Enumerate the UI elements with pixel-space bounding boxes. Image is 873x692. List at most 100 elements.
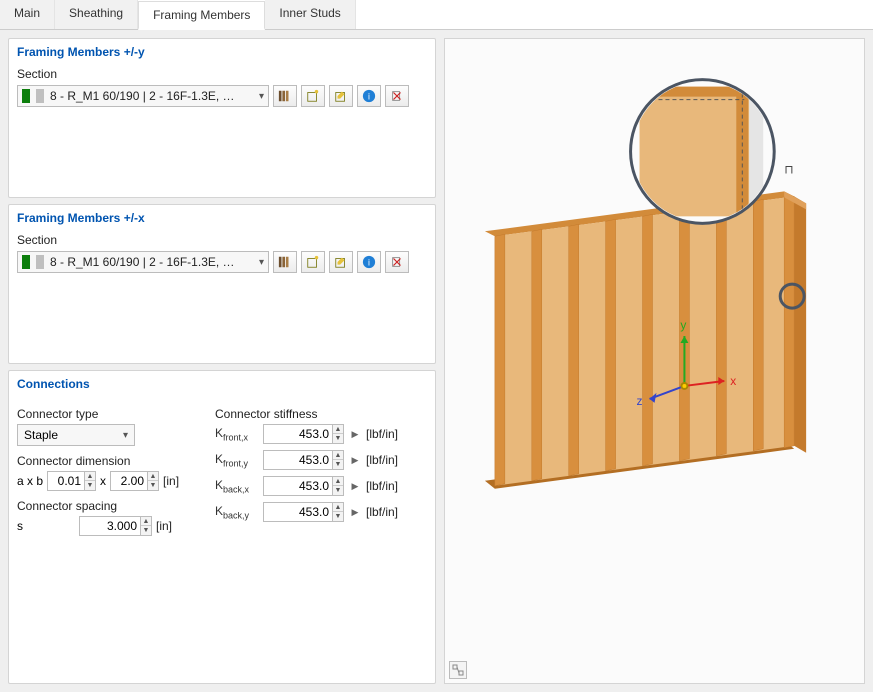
spin-down[interactable]: ▼: [148, 481, 158, 490]
dim-a-input[interactable]: ▲▼: [47, 471, 96, 491]
apply-icon[interactable]: ▶: [348, 479, 362, 493]
panel-framing-x-title: Framing Members +/-x: [17, 211, 427, 225]
library-button[interactable]: [273, 85, 297, 107]
stiffness-unit: [lbf/in]: [366, 427, 398, 441]
stiffness-field[interactable]: [264, 505, 332, 519]
connector-type-dropdown[interactable]: Staple ▾: [17, 424, 135, 446]
panel-framing-y-title: Framing Members +/-y: [17, 45, 427, 59]
stiffness-unit: [lbf/in]: [366, 479, 398, 493]
spin-down[interactable]: ▼: [333, 434, 343, 443]
app-window: Main Sheathing Framing Members Inner Stu…: [0, 0, 873, 690]
connections-left: Connector type Staple ▾ Connector dimens…: [17, 399, 207, 536]
library-button-x[interactable]: [273, 251, 297, 273]
label-connector-dimension: Connector dimension: [17, 454, 207, 468]
stiffness-input-2[interactable]: ▲▼: [263, 476, 344, 496]
apply-icon[interactable]: ▶: [348, 505, 362, 519]
spin-up[interactable]: ▲: [148, 472, 158, 481]
axis-z-label: z: [637, 394, 643, 408]
content-area: Framing Members +/-y Section 8 - R_M1 60…: [0, 30, 873, 692]
stiffness-input-3[interactable]: ▲▼: [263, 502, 344, 522]
stiffness-unit: [lbf/in]: [366, 505, 398, 519]
tab-bar: Main Sheathing Framing Members Inner Stu…: [0, 0, 873, 30]
dim-axb-label: a x b: [17, 474, 43, 488]
delete-button[interactable]: [385, 85, 409, 107]
connector-type-value: Staple: [24, 428, 58, 442]
edit-button-x[interactable]: [329, 251, 353, 273]
label-connector-type: Connector type: [17, 407, 207, 421]
apply-icon[interactable]: ▶: [348, 453, 362, 467]
swatch-gray-icon: [36, 89, 44, 103]
viewport-settings-button[interactable]: [449, 661, 467, 679]
info-button-x[interactable]: i: [357, 251, 381, 273]
left-column: Framing Members +/-y Section 8 - R_M1 60…: [8, 38, 436, 684]
spin-down[interactable]: ▼: [333, 512, 343, 521]
axis-x-label: x: [730, 374, 736, 388]
tab-main[interactable]: Main: [0, 0, 55, 29]
swatch-green-icon: [22, 89, 30, 103]
dim-b-input[interactable]: ▲▼: [110, 471, 159, 491]
stiffness-label: Kfront,x: [215, 426, 259, 442]
stiffness-row: Kfront,y▲▼▶[lbf/in]: [215, 450, 427, 470]
stiffness-field[interactable]: [264, 479, 332, 493]
spin-up[interactable]: ▲: [333, 503, 343, 512]
chevron-down-icon: ▾: [123, 430, 128, 441]
spin-up[interactable]: ▲: [333, 451, 343, 460]
tab-sheathing[interactable]: Sheathing: [55, 0, 138, 29]
label-connector-spacing: Connector spacing: [17, 499, 207, 513]
spin-up[interactable]: ▲: [85, 472, 95, 481]
dim-b-field[interactable]: [111, 474, 147, 488]
apply-icon[interactable]: ▶: [348, 427, 362, 441]
stiffness-row: Kback,x▲▼▶[lbf/in]: [215, 476, 427, 496]
stiffness-field[interactable]: [264, 453, 332, 467]
connections-right: Connector stiffness Kfront,x▲▼▶[lbf/in]K…: [215, 399, 427, 536]
swatch-green-icon: [22, 255, 30, 269]
label-section-x: Section: [17, 233, 427, 247]
stiffness-field[interactable]: [264, 427, 332, 441]
spin-down[interactable]: ▼: [333, 486, 343, 495]
panel-connections: Connections Connector type Staple ▾ Conn…: [8, 370, 436, 684]
chevron-down-icon: ▾: [259, 91, 264, 102]
stiffness-unit: [lbf/in]: [366, 453, 398, 467]
spacing-unit: [in]: [156, 519, 172, 533]
wall-3d-render: x y z: [445, 39, 864, 683]
info-button[interactable]: i: [357, 85, 381, 107]
stiffness-label: Kback,x: [215, 478, 259, 494]
stiffness-input-0[interactable]: ▲▼: [263, 424, 344, 444]
dim-a-field[interactable]: [48, 474, 84, 488]
delete-button-x[interactable]: [385, 251, 409, 273]
stiffness-label: Kfront,y: [215, 452, 259, 468]
svg-text:i: i: [368, 258, 370, 268]
spin-up[interactable]: ▲: [141, 517, 151, 526]
svg-text:⊓: ⊓: [784, 162, 793, 176]
stiffness-row: Kfront,x▲▼▶[lbf/in]: [215, 424, 427, 444]
section-y-combo-text: 8 - R_M1 60/190 | 2 - 16F-1.3E, Softwo..…: [50, 89, 235, 103]
new-button-x[interactable]: [301, 251, 325, 273]
label-section-y: Section: [17, 67, 427, 81]
edit-button[interactable]: [329, 85, 353, 107]
stiffness-label: Kback,y: [215, 504, 259, 520]
spin-up[interactable]: ▲: [333, 425, 343, 434]
stiffness-input-1[interactable]: ▲▼: [263, 450, 344, 470]
tab-inner-studs[interactable]: Inner Studs: [265, 0, 355, 29]
viewport-3d[interactable]: x y z: [444, 38, 865, 684]
stiffness-row: Kback,y▲▼▶[lbf/in]: [215, 502, 427, 522]
panel-framing-x: Framing Members +/-x Section 8 - R_M1 60…: [8, 204, 436, 364]
axis-y-label: y: [680, 318, 686, 332]
tab-framing-members[interactable]: Framing Members: [138, 1, 265, 30]
section-x-combo-text: 8 - R_M1 60/190 | 2 - 16F-1.3E, Softwo..…: [50, 255, 235, 269]
spacing-s-label: s: [17, 519, 31, 533]
dim-unit: [in]: [163, 474, 179, 488]
panel-connections-title: Connections: [17, 377, 427, 391]
new-button[interactable]: [301, 85, 325, 107]
section-y-combo[interactable]: 8 - R_M1 60/190 | 2 - 16F-1.3E, Softwo..…: [17, 85, 269, 107]
spin-down[interactable]: ▼: [141, 526, 151, 535]
spacing-input[interactable]: ▲▼: [79, 516, 152, 536]
label-connector-stiffness: Connector stiffness: [215, 407, 427, 421]
spin-down[interactable]: ▼: [333, 460, 343, 469]
spacing-field[interactable]: [80, 519, 140, 533]
spin-down[interactable]: ▼: [85, 481, 95, 490]
swatch-gray-icon: [36, 255, 44, 269]
section-x-combo[interactable]: 8 - R_M1 60/190 | 2 - 16F-1.3E, Softwo..…: [17, 251, 269, 273]
spin-up[interactable]: ▲: [333, 477, 343, 486]
chevron-down-icon: ▾: [259, 257, 264, 268]
